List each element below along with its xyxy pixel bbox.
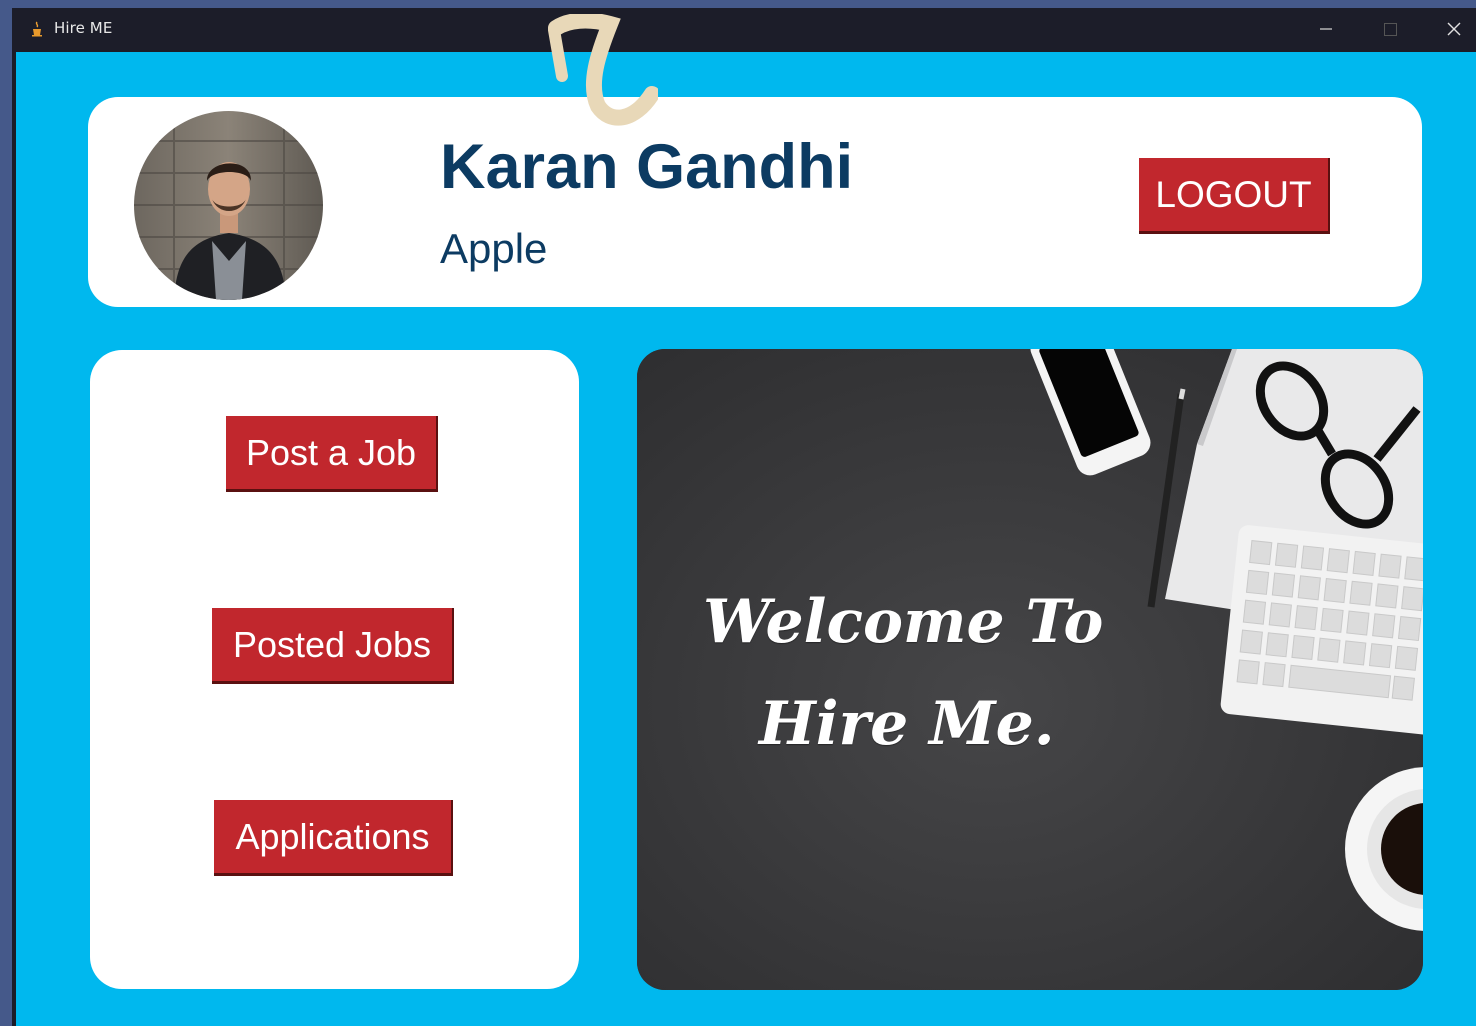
posted-jobs-button[interactable]: Posted Jobs (212, 608, 454, 684)
profile-card: Karan Gandhi Apple LOGOUT (88, 97, 1422, 307)
avatar (134, 111, 323, 300)
minimize-icon (1320, 28, 1332, 30)
applications-button[interactable]: Applications (214, 800, 453, 876)
user-name: Karan Gandhi (440, 132, 854, 202)
maximize-button[interactable] (1360, 8, 1420, 50)
desk-illustration (637, 349, 1423, 990)
company-name: Apple (440, 225, 548, 272)
cursor-icon (548, 14, 658, 126)
app-window: Hire ME Karan Gandhi Apple LOGOUT Post a… (12, 8, 1476, 1026)
title-bar[interactable]: Hire ME (12, 8, 1476, 50)
menu-card: Post a Job Posted Jobs Applications (90, 350, 579, 989)
profile-photo (134, 111, 323, 300)
welcome-line-2: Hire Me. (759, 689, 1055, 759)
window-title: Hire ME (54, 19, 113, 37)
logout-button[interactable]: LOGOUT (1139, 158, 1330, 234)
maximize-icon (1383, 22, 1397, 36)
post-job-button[interactable]: Post a Job (226, 416, 438, 492)
close-icon (1447, 22, 1461, 36)
welcome-banner: Welcome To Hire Me. (637, 349, 1423, 990)
main-content: Karan Gandhi Apple LOGOUT Post a Job Pos… (16, 52, 1476, 1026)
close-button[interactable] (1424, 8, 1476, 50)
welcome-line-1: Welcome To (703, 587, 1104, 657)
minimize-button[interactable] (1296, 8, 1356, 50)
java-cup-icon (32, 21, 42, 37)
